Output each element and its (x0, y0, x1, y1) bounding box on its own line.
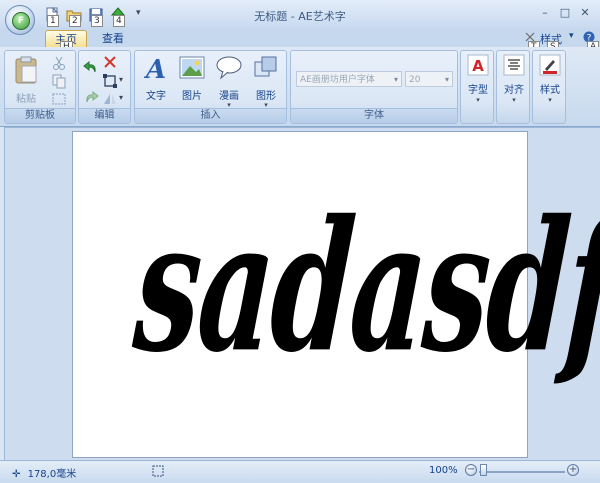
font-name-select[interactable]: AE画册坊用户字体 ▾ (296, 71, 402, 87)
undo-icon[interactable] (83, 59, 99, 75)
copy-icon[interactable] (51, 73, 67, 89)
glyph-type-label: 字型 (468, 85, 488, 96)
maximize-button[interactable]: □ (558, 6, 572, 20)
redo-icon[interactable] (83, 89, 99, 105)
ribbon-tab-bar (0, 28, 600, 48)
minimize-button[interactable]: – (538, 6, 552, 20)
paste-label: 粘贴 (16, 94, 36, 105)
align-lines-icon (503, 54, 525, 76)
transform-icon[interactable] (102, 73, 118, 89)
insert-comic-label: 漫画 (219, 91, 239, 102)
align-group: 对齐 ▾ (496, 50, 530, 124)
edit-group-label: 编辑 (79, 108, 130, 123)
cut-icon[interactable] (51, 55, 67, 71)
align-button[interactable]: 对齐 ▾ (498, 54, 530, 104)
font-name-dropdown-icon: ▾ (393, 75, 398, 84)
text-a-icon: A (143, 55, 166, 85)
style-pen-icon (539, 54, 561, 76)
style-group: 样式 ▾ (532, 50, 566, 124)
insert-group: A 文字 图片 漫画 ▾ 图形 ▾ 插入 (134, 50, 287, 124)
move-cross-icon: ✛ (12, 469, 21, 480)
position-readout: ✛ 178,0毫米 (12, 465, 76, 480)
insert-picture-button[interactable]: 图片 (175, 54, 209, 102)
paste-clipboard-icon (15, 56, 37, 84)
close-button[interactable]: ✕ (578, 6, 592, 20)
align-dropdown-icon: ▾ (512, 96, 516, 104)
transform-dropdown-icon[interactable]: ▾ (119, 75, 135, 91)
insert-shape-button[interactable]: 图形 ▾ (249, 54, 283, 109)
insert-text-label: 文字 (146, 91, 166, 102)
svg-text:A: A (472, 57, 484, 75)
shapes-icon (254, 56, 277, 77)
font-name-value: AE画册坊用户字体 (300, 75, 375, 85)
speech-bubble-icon (216, 56, 242, 80)
glyph-type-dropdown-icon: ▾ (476, 96, 480, 104)
select-all-icon[interactable] (51, 91, 67, 107)
clipboard-group-label: 剪贴板 (5, 108, 75, 123)
font-size-value: 20 (409, 75, 421, 85)
app-logo-icon: F (12, 12, 30, 30)
font-size-dropdown-icon: ▾ (444, 75, 449, 84)
clipboard-group: 粘贴 剪贴板 (4, 50, 76, 124)
zoom-out-button[interactable]: − (465, 464, 477, 476)
style-button[interactable]: 样式 ▾ (534, 54, 566, 104)
insert-shape-label: 图形 (256, 91, 276, 102)
insert-comic-button[interactable]: 漫画 ▾ (212, 54, 246, 109)
align-label: 对齐 (504, 85, 524, 96)
style-label: 样式 (540, 85, 560, 96)
edit-group: ▾ ▾ 编辑 (78, 50, 131, 124)
style-dropdown-icon: ▾ (548, 96, 552, 104)
tab-view[interactable]: 查看 (95, 30, 131, 47)
position-value: 178,0毫米 (27, 469, 77, 480)
flip-dropdown-icon[interactable]: ▾ (119, 93, 135, 109)
insert-group-label: 插入 (135, 108, 286, 123)
paste-button[interactable]: 粘贴 (11, 55, 41, 105)
style-menu-dropdown-icon[interactable]: ▾ (569, 31, 574, 41)
svg-text:A: A (143, 55, 166, 82)
delete-icon[interactable] (102, 54, 118, 70)
selection-size-icon (152, 465, 164, 480)
zoom-slider-track[interactable] (479, 471, 565, 473)
flip-icon[interactable] (102, 91, 118, 107)
glyph-type-group: A 字型 ▾ (460, 50, 494, 124)
zoom-percentage: 100% (429, 465, 458, 476)
glyph-type-button[interactable]: A 字型 ▾ (462, 54, 494, 104)
insert-text-button[interactable]: A 文字 (139, 54, 173, 102)
zoom-slider-thumb[interactable] (480, 464, 487, 476)
design-canvas[interactable]: sadasdf (72, 131, 600, 458)
font-size-select[interactable]: 20 ▾ (405, 71, 453, 87)
zoom-in-button[interactable]: + (567, 464, 579, 476)
art-text-object[interactable]: sadasdf (129, 182, 600, 393)
window-title: 无标题 - AE艺术字 (254, 10, 346, 23)
insert-picture-label: 图片 (182, 91, 202, 102)
picture-icon (179, 56, 205, 79)
left-ruler-strip (0, 127, 5, 460)
glyph-type-a-icon: A (467, 54, 489, 76)
app-menu-button[interactable]: F (5, 5, 35, 35)
font-group-label: 字体 (291, 108, 457, 123)
